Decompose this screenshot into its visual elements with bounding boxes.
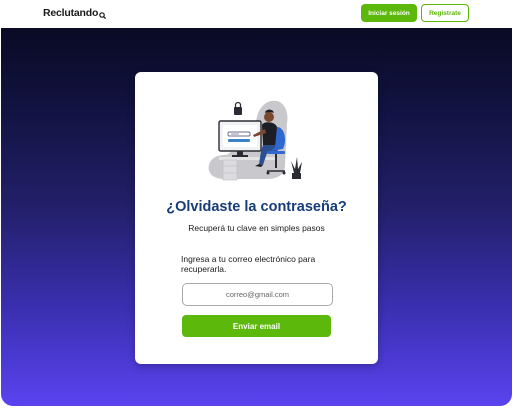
logo[interactable]: Reclutando bbox=[43, 7, 106, 19]
magnifier-icon bbox=[98, 10, 106, 19]
logo-text: Reclutando bbox=[43, 7, 99, 19]
top-navbar: Reclutando Iniciar sesión Registrate bbox=[0, 0, 513, 28]
password-recovery-card: ¿Olvidaste la contraseña? Recuperá tu cl… bbox=[135, 72, 378, 364]
register-button[interactable]: Registrate bbox=[421, 4, 469, 22]
instruction-text: Ingresa a tu correo electrónico para rec… bbox=[181, 254, 316, 274]
password-illustration bbox=[208, 100, 302, 181]
send-email-button[interactable]: Enviar email bbox=[182, 315, 331, 337]
login-button[interactable]: Iniciar sesión bbox=[361, 4, 417, 22]
email-input[interactable] bbox=[182, 283, 333, 306]
page-title: ¿Olvidaste la contraseña? bbox=[166, 199, 347, 215]
page-subtitle: Recuperá tu clave en simples pasos bbox=[188, 223, 325, 233]
